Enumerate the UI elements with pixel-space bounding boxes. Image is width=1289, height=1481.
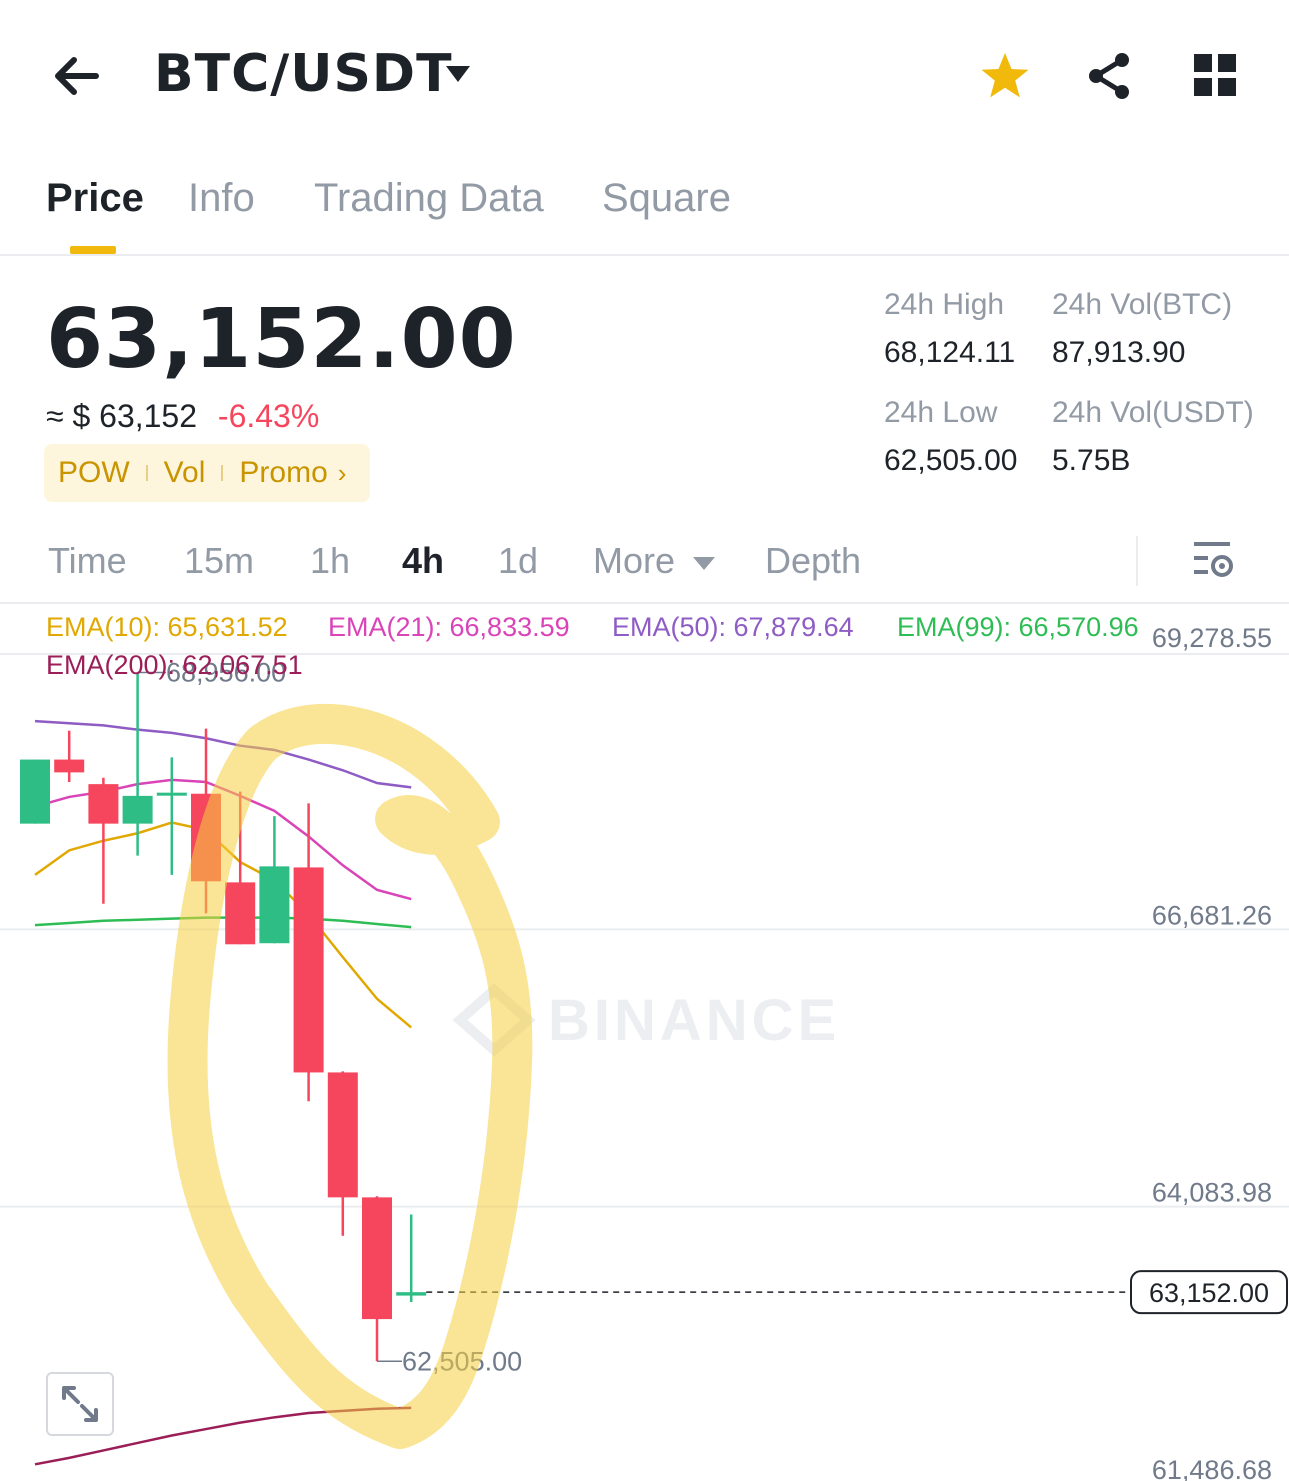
price-chart[interactable]: 69,278.55 66,681.26 64,083.98 61,486.68 BINA… <box>0 604 1289 1481</box>
stat-24h-high-label: 24h High <box>884 288 1005 321</box>
chart-settings-icon[interactable] <box>1192 538 1236 582</box>
price-axis-tick-label: 61,486.68 <box>1152 1455 1272 1481</box>
chevron-right-icon[interactable]: › <box>338 458 347 489</box>
binance-watermark: BINANCE <box>548 988 840 1053</box>
price-axis-tick-label: 64,083.98 <box>1152 1178 1272 1208</box>
star-icon[interactable] <box>978 50 1032 104</box>
approx-prefix: ≈ $ <box>46 398 91 434</box>
ema-10-legend: EMA(10): 65,631.52 <box>46 612 288 642</box>
ema-21-legend: EMA(21): 66,833.59 <box>328 612 570 642</box>
timeframe-bar: Time 15m 1h 4h 1d More Depth <box>0 530 1289 602</box>
tag-pow[interactable]: POW <box>58 456 130 490</box>
timeframe-4h[interactable]: 4h <box>402 540 444 582</box>
coin-tags[interactable]: POW Vol Promo › <box>44 444 370 502</box>
candlestick-chart-svg[interactable]: 69,278.55 66,681.26 64,083.98 61,486.68 BINA… <box>0 604 1289 1481</box>
candle-body <box>20 759 50 824</box>
approx-usd-price: 63,152 <box>99 398 198 434</box>
candle-body <box>225 882 256 945</box>
stat-24h-low-label: 24h Low <box>884 396 998 429</box>
tag-divider <box>145 465 148 481</box>
price-change-percent: -6.43% <box>217 398 320 434</box>
ema-99-legend: EMA(99): 66,570.96 <box>897 612 1139 642</box>
timeframe-time[interactable]: Time <box>48 540 127 582</box>
stat-24h-high-value: 68,124.11 <box>884 336 1016 369</box>
candle-body <box>122 795 153 824</box>
candle-body <box>54 759 85 773</box>
expand-icon <box>62 1386 98 1422</box>
stat-24h-vol-usdt-label: 24h Vol(USDT) <box>1052 396 1254 429</box>
last-price: 63,152.00 <box>46 292 517 387</box>
stat-24h-low-value: 62,505.00 <box>884 444 1018 477</box>
tab-price[interactable]: Price <box>46 176 144 221</box>
caret-down-icon[interactable] <box>442 62 474 86</box>
timeframe-more-label: More <box>593 540 676 581</box>
last-price-tag-label: 63,152.00 <box>1149 1278 1269 1308</box>
tag-divider <box>221 465 224 481</box>
toolbar-divider <box>1136 536 1138 586</box>
top-bar: BTC/USDT <box>0 0 1289 150</box>
ema-line-ema99 <box>34 916 412 929</box>
tag-promo[interactable]: Promo <box>239 456 327 490</box>
timeframe-1h[interactable]: 1h <box>310 540 350 582</box>
timeframe-depth[interactable]: Depth <box>765 540 861 582</box>
active-tab-indicator <box>70 246 116 254</box>
candle-body <box>88 784 119 824</box>
timeframe-more[interactable]: More <box>593 540 717 582</box>
candle-body <box>396 1292 427 1296</box>
back-arrow-icon[interactable] <box>48 48 104 104</box>
timeframe-15m[interactable]: 15m <box>184 540 254 582</box>
caret-down-icon <box>693 557 716 571</box>
share-icon[interactable] <box>1084 50 1136 102</box>
ema-50-legend: EMA(50): 67,879.64 <box>612 612 854 642</box>
ema-200-legend: EMA(200): 62,067.51 <box>46 650 303 680</box>
price-axis-tick-label: 69,278.55 <box>1152 623 1272 653</box>
tag-vol[interactable]: Vol <box>164 456 206 490</box>
price-subline: ≈ $ 63,152 -6.43% <box>46 398 319 435</box>
tab-square[interactable]: Square <box>602 176 731 221</box>
price-axis-tick-label: 66,681.26 <box>1152 900 1272 930</box>
candle-body <box>293 867 324 1073</box>
stat-24h-vol-btc-label: 24h Vol(BTC) <box>1052 288 1233 321</box>
timeframe-1d[interactable]: 1d <box>498 540 538 582</box>
stat-24h-vol-btc-value: 87,913.90 <box>1052 336 1186 369</box>
tab-trading-data[interactable]: Trading Data <box>314 176 544 221</box>
stat-24h-vol-usdt-value: 5.75B <box>1052 444 1131 477</box>
fullscreen-button[interactable] <box>46 1372 114 1436</box>
candle-body <box>362 1197 392 1320</box>
trading-pair-title[interactable]: BTC/USDT <box>154 44 453 104</box>
candle-body <box>156 792 187 796</box>
grid-icon[interactable] <box>1192 52 1238 98</box>
candle-body <box>327 1072 358 1198</box>
page-tabs: Price Info Trading Data Square <box>0 160 1289 256</box>
tab-info[interactable]: Info <box>188 176 255 221</box>
candle-body <box>259 866 290 944</box>
